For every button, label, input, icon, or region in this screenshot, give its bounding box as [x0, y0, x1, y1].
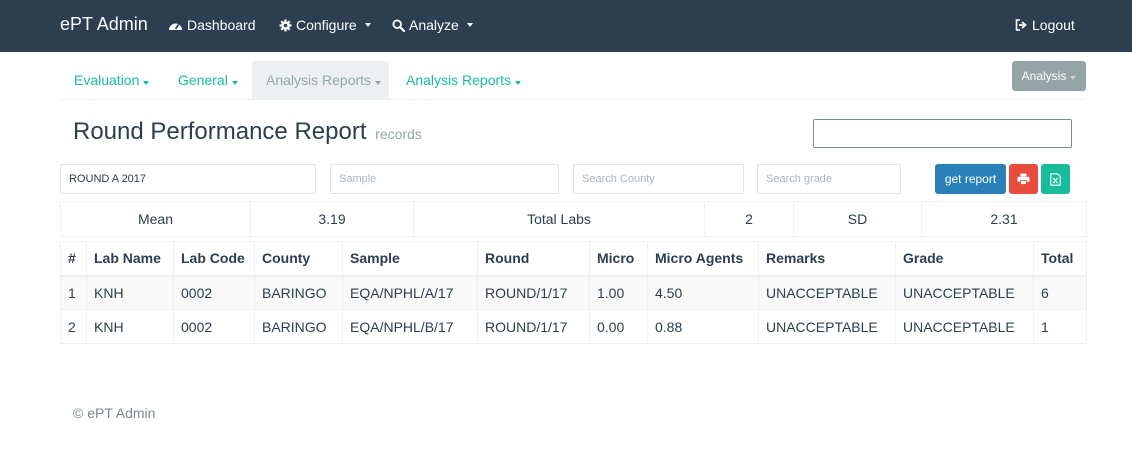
column-header: County — [254, 241, 343, 277]
table-cell: 0.00 — [589, 309, 648, 344]
page-title: Round Performance Report records — [73, 118, 422, 146]
table-row: 1 KNH 0002 BARINGO EQA/NPHL/A/17 ROUND/1… — [60, 275, 1087, 310]
column-header: Remarks — [758, 241, 896, 277]
nav-configure-label: Configure — [296, 17, 357, 33]
sd-value: 2.31 — [921, 201, 1087, 237]
county-search-input[interactable] — [573, 164, 744, 194]
table-row: 2 KNH 0002 BARINGO EQA/NPHL/B/17 ROUND/1… — [60, 309, 1087, 344]
column-header: Micro Agents — [647, 241, 759, 277]
column-header: Grade — [895, 241, 1034, 277]
nav-logout-label: Logout — [1032, 17, 1075, 33]
sign-out-icon — [1015, 19, 1027, 31]
top-search-input[interactable] — [813, 119, 1072, 148]
table-cell: KNH — [86, 309, 174, 344]
search-icon — [392, 18, 405, 32]
table-cell: EQA/NPHL/B/17 — [342, 309, 478, 344]
chevron-down-icon — [1070, 76, 1077, 80]
page-title-text: Round Performance Report — [73, 118, 367, 145]
get-report-label: get report — [944, 172, 997, 186]
nav-analyze-label: Analyze — [409, 17, 459, 33]
nav-dashboard-label: Dashboard — [187, 17, 256, 33]
nav-dashboard[interactable]: Dashboard — [168, 17, 256, 33]
column-header: Lab Name — [86, 241, 174, 277]
chevron-down-icon — [466, 23, 473, 27]
table-cell: UNACCEPTABLE — [758, 309, 896, 344]
column-header: Total — [1033, 241, 1087, 277]
brand-link[interactable]: ePT Admin — [60, 14, 148, 35]
table-cell: UNACCEPTABLE — [895, 275, 1034, 310]
table-cell: 1 — [60, 275, 87, 310]
table-cell: BARINGO — [254, 275, 343, 310]
chevron-down-icon — [143, 81, 150, 85]
excel-file-icon — [1050, 172, 1061, 186]
tab-analysis-reports-active[interactable]: Analysis Reports — [252, 61, 389, 100]
results-table: # Lab Name Lab Code County Sample Round … — [60, 241, 1087, 344]
tab-analysis-reports[interactable]: Analysis Reports — [392, 61, 535, 100]
total-labs-value: 2 — [704, 201, 794, 237]
report-tabs: Evaluation General Analysis Reports Anal… — [60, 61, 1086, 100]
grade-search-input[interactable] — [757, 164, 901, 194]
column-header: Micro — [589, 241, 648, 277]
table-cell: UNACCEPTABLE — [895, 309, 1034, 344]
table-cell: 1.00 — [589, 275, 648, 310]
analysis-button-label: Analysis — [1021, 69, 1067, 83]
chevron-down-icon — [231, 81, 238, 85]
tab-evaluation-label: Evaluation — [74, 72, 140, 88]
table-cell: 2 — [60, 309, 87, 344]
chevron-down-icon — [375, 81, 382, 85]
table-cell: BARINGO — [254, 309, 343, 344]
tab-general[interactable]: General — [164, 61, 252, 100]
column-header: Lab Code — [173, 241, 255, 277]
print-icon — [1017, 173, 1030, 185]
table-cell: 0.88 — [647, 309, 759, 344]
table-cell: KNH — [86, 275, 174, 310]
analysis-dropdown-button[interactable]: Analysis — [1012, 61, 1086, 91]
table-cell: ROUND/1/17 — [477, 309, 590, 344]
chevron-down-icon — [364, 23, 371, 27]
mean-label: Mean — [60, 201, 251, 237]
tab-evaluation[interactable]: Evaluation — [60, 61, 163, 100]
column-header: Sample — [342, 241, 478, 277]
chevron-down-icon — [515, 81, 522, 85]
gear-icon — [279, 19, 292, 31]
table-cell: UNACCEPTABLE — [758, 275, 896, 310]
top-navbar: ePT Admin Dashboard Configure Analyze Lo… — [0, 0, 1132, 52]
dashboard-icon — [169, 23, 182, 30]
table-cell: EQA/NPHL/A/17 — [342, 275, 478, 310]
table-cell: ROUND/1/17 — [477, 275, 590, 310]
nav-logout[interactable]: Logout — [1015, 17, 1075, 33]
page-subtitle: records — [375, 126, 422, 142]
nav-configure[interactable]: Configure — [279, 17, 371, 33]
table-cell: 0002 — [173, 309, 255, 344]
sample-input[interactable] — [330, 164, 559, 194]
table-cell: 0002 — [173, 275, 255, 310]
footer-copyright: © ePT Admin — [73, 405, 156, 421]
round-input[interactable] — [60, 164, 316, 194]
column-header: # — [60, 241, 87, 277]
table-cell: 1 — [1033, 309, 1087, 344]
sd-label: SD — [793, 201, 922, 237]
table-cell: 4.50 — [647, 275, 759, 310]
tab-analysis-reports-label: Analysis Reports — [266, 72, 372, 88]
total-labs-label: Total Labs — [413, 201, 705, 237]
print-button[interactable] — [1009, 164, 1038, 194]
tab-general-label: General — [178, 72, 228, 88]
table-cell: 6 — [1033, 275, 1087, 310]
mean-value: 3.19 — [250, 201, 414, 237]
nav-analyze[interactable]: Analyze — [392, 17, 473, 33]
export-excel-button[interactable] — [1041, 164, 1070, 194]
summary-stats: Mean 3.19 Total Labs 2 SD 2.31 — [60, 201, 1087, 237]
tab-analysis-reports-label: Analysis Reports — [406, 72, 512, 88]
table-header-row: # Lab Name Lab Code County Sample Round … — [60, 241, 1087, 277]
column-header: Round — [477, 241, 590, 277]
get-report-button[interactable]: get report — [935, 164, 1006, 194]
